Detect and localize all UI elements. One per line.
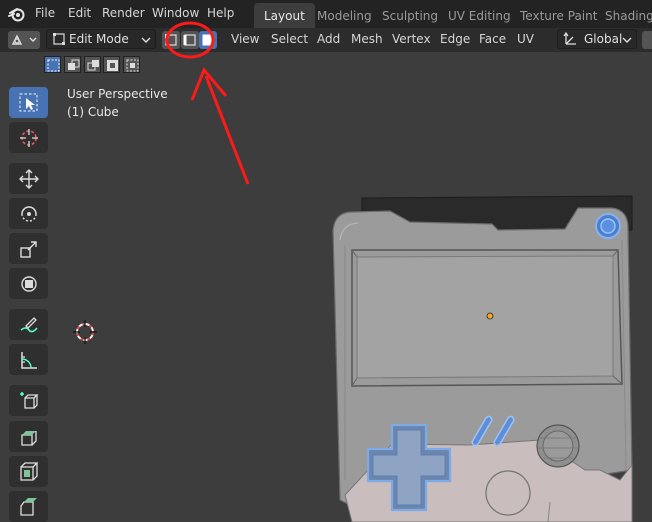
tab-uv-editing[interactable]: UV Editing <box>438 3 521 28</box>
menu-vertex[interactable]: Vertex <box>392 32 431 46</box>
mesh-lower-panel <box>344 439 633 522</box>
object-origin-icon <box>486 312 494 320</box>
tool-bevel[interactable] <box>9 491 48 522</box>
extrude-icon <box>21 431 37 446</box>
mesh-bolt-selected <box>595 213 621 239</box>
tab-sculpting[interactable]: Sculpting <box>372 3 448 28</box>
tool-select-box[interactable] <box>9 87 48 118</box>
vertex-select-icon <box>165 34 177 46</box>
menu-add[interactable]: Add <box>317 32 340 46</box>
tab-texture-paint[interactable]: Texture Paint <box>510 3 607 28</box>
menu-uv[interactable]: UV <box>517 32 534 46</box>
face-select-icon <box>202 34 214 46</box>
tool-move[interactable] <box>9 163 48 194</box>
editor-type-button[interactable] <box>8 31 40 49</box>
mesh-back-body <box>361 195 633 233</box>
menu-edge[interactable]: Edge <box>440 32 470 46</box>
bevel-icon <box>20 498 37 516</box>
mesh-pill-buttons-selected <box>471 415 515 447</box>
select-extend-button[interactable] <box>64 56 81 73</box>
mode-label: Edit Mode <box>69 32 129 46</box>
viewport-scene[interactable] <box>0 0 652 522</box>
selection-mode-row <box>44 56 140 74</box>
inset-icon <box>20 462 39 481</box>
menu-view[interactable]: View <box>231 32 259 46</box>
move-icon <box>19 169 39 189</box>
select-box-icon <box>19 93 38 112</box>
editor-type-icon <box>11 34 37 45</box>
tool-cursor[interactable] <box>9 122 48 153</box>
menu-face[interactable]: Face <box>479 32 506 46</box>
select-subtract-icon <box>87 60 99 71</box>
face-select-toggle[interactable] <box>199 31 217 49</box>
mesh-screen-recess <box>351 249 623 387</box>
select-extend-icon <box>68 59 80 70</box>
select-difference-icon <box>107 60 118 71</box>
select-intersect-button[interactable] <box>123 56 140 73</box>
chevron-down-icon <box>622 37 632 43</box>
blender-logo-icon[interactable] <box>8 5 26 23</box>
tool-annotate[interactable] <box>9 309 48 340</box>
3d-cursor-icon <box>73 320 97 344</box>
transform-orientation-label: Global <box>584 32 623 46</box>
overflow-button[interactable] <box>642 31 652 49</box>
menu-select[interactable]: Select <box>271 32 308 46</box>
transform-icon <box>21 276 37 292</box>
chevron-down-icon <box>29 37 37 42</box>
add-cube-icon <box>20 392 39 409</box>
menu-edit[interactable]: Edit <box>68 6 91 20</box>
menu-help[interactable]: Help <box>207 6 234 20</box>
mesh-action-button <box>536 424 580 468</box>
mesh-round-button-outline <box>485 470 531 516</box>
tool-rotate[interactable] <box>9 198 48 229</box>
annotate-pencil-icon <box>20 317 38 333</box>
tool-measure[interactable] <box>9 344 48 375</box>
menu-window[interactable]: Window <box>152 6 199 20</box>
mesh-dpad-selected <box>366 423 452 512</box>
top-menu-bar: File Edit Render Window Help Layout Mode… <box>0 0 652 28</box>
tool-add-cube[interactable] <box>9 385 48 416</box>
cursor-icon <box>20 129 38 147</box>
tab-layout[interactable]: Layout <box>254 3 315 28</box>
orientation-axis-icon <box>563 31 576 45</box>
scale-icon <box>20 241 37 258</box>
menu-mesh[interactable]: Mesh <box>351 32 383 46</box>
tab-shading[interactable]: Shading <box>595 3 652 28</box>
object-label: (1) Cube <box>67 105 119 119</box>
select-subtract-button[interactable] <box>84 56 101 73</box>
tool-extrude[interactable] <box>9 421 48 452</box>
mode-dropdown[interactable]: Edit Mode <box>46 29 156 49</box>
transform-orientation-dropdown[interactable]: Global <box>557 29 637 49</box>
edge-select-toggle[interactable] <box>181 31 199 49</box>
select-difference-button[interactable] <box>103 56 120 73</box>
select-new-button[interactable] <box>44 56 61 73</box>
edit-mode-icon <box>53 33 65 45</box>
tool-transform[interactable] <box>9 268 48 299</box>
vertex-select-toggle[interactable] <box>162 31 180 49</box>
tool-scale[interactable] <box>9 233 48 264</box>
tool-inset[interactable] <box>9 456 48 487</box>
select-new-icon <box>47 59 60 72</box>
tab-modeling[interactable]: Modeling <box>307 3 382 28</box>
rotate-icon <box>21 206 37 222</box>
select-intersect-icon <box>126 59 139 72</box>
chevron-down-icon <box>141 37 151 43</box>
mesh-device-front <box>332 207 633 506</box>
perspective-label: User Perspective <box>67 87 168 101</box>
menu-render[interactable]: Render <box>102 6 145 20</box>
menu-file[interactable]: File <box>35 6 55 20</box>
edge-select-icon <box>183 34 196 46</box>
measure-icon <box>21 352 37 369</box>
